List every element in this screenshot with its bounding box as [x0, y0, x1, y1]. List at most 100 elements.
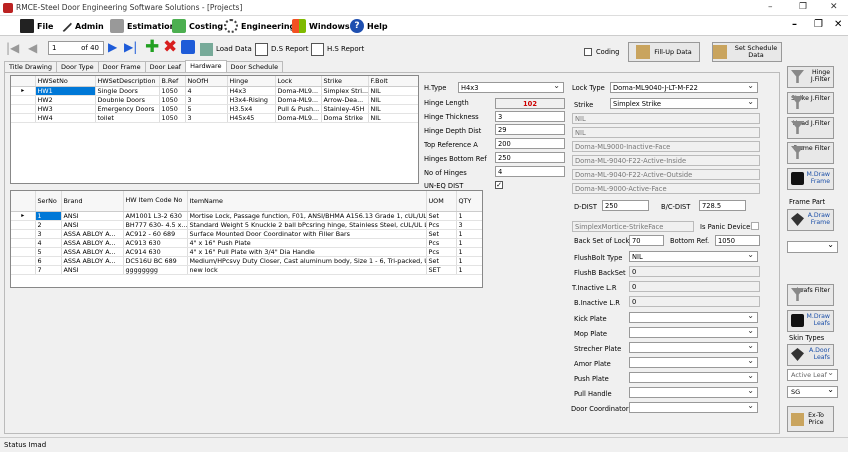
tab-door-frame[interactable]: Door Frame — [97, 61, 146, 72]
items-col-header[interactable]: HW Item Code No — [123, 191, 188, 212]
hw-cell[interactable]: NIL — [368, 86, 418, 96]
hw-col-header[interactable]: HWSetDescription — [95, 76, 160, 87]
mop-plate-select[interactable] — [629, 327, 758, 338]
menu-engineering[interactable]: Engineering — [224, 18, 295, 34]
items-cell[interactable]: ASSA ABLOY A... — [61, 256, 124, 266]
row-selector[interactable] — [11, 256, 36, 266]
hw-cell[interactable]: Doma Strike — [321, 113, 369, 123]
items-cell[interactable]: 4" x 16" Pull Plate with 3/4" Dia Handle — [187, 247, 427, 257]
frame-filter-button[interactable]: Frame Filter — [787, 142, 834, 164]
menu-admin[interactable]: Admin — [59, 18, 104, 34]
save-icon[interactable] — [181, 40, 195, 54]
items-cell[interactable]: 1 — [456, 238, 482, 248]
row-selector[interactable] — [11, 104, 36, 114]
items-cell[interactable]: Pcs — [426, 247, 457, 257]
backset-field[interactable]: 70 — [629, 235, 664, 246]
hw-cell[interactable]: 5 — [185, 104, 228, 114]
armor-plate-select[interactable] — [629, 357, 758, 368]
head-filter-button[interactable]: Head J.Filter — [787, 117, 834, 139]
hw-cell[interactable]: Pull & Push... — [275, 104, 322, 114]
items-col-header[interactable]: SerNo — [35, 191, 62, 212]
hinge-depth-field[interactable]: 29 — [495, 124, 565, 135]
row-selector[interactable]: ▸ — [11, 211, 36, 221]
kick-plate-select[interactable] — [629, 312, 758, 323]
menu-costing[interactable]: Costing — [172, 18, 223, 34]
hw-row[interactable]: HW4 toilet 1050 3 H45x45 Doma-ML9... Doma Stri… — [11, 113, 418, 123]
last-record-icon[interactable]: ▶| — [124, 40, 137, 54]
items-cell[interactable]: 5 — [35, 247, 62, 257]
coding-checkbox[interactable] — [584, 48, 592, 56]
hw-cell[interactable]: H4x3 — [227, 86, 276, 96]
row-selector[interactable]: ▸ — [11, 86, 36, 96]
items-cell[interactable]: ANSI — [61, 265, 124, 275]
items-cell[interactable]: 4" x 16" Push Plate — [187, 238, 427, 248]
items-cell[interactable]: AC912 - 60 689 — [123, 229, 188, 239]
items-cell[interactable]: 7 — [35, 265, 62, 275]
items-cell[interactable]: ANSI — [61, 211, 124, 221]
hw-cell[interactable]: H3.5x4 — [227, 104, 276, 114]
items-cell[interactable]: Mortise Lock, Passage function, F01, ANS… — [187, 211, 427, 221]
items-cell[interactable]: ASSA ABLOY A... — [61, 229, 124, 239]
items-cell[interactable]: Pcs — [426, 238, 457, 248]
hw-cell[interactable]: HW3 — [35, 104, 96, 114]
items-cell[interactable]: BH777 630- 4.5 x... — [123, 220, 188, 230]
record-position-input[interactable]: 1 of 40 — [48, 41, 104, 55]
fill-up-data-button[interactable]: Fill-Up Data — [628, 42, 700, 62]
hw-cell[interactable]: Doma-ML9... — [275, 113, 322, 123]
hw-cell[interactable]: HW1 — [35, 86, 96, 96]
lock-bottom-ref-field[interactable]: 1050 — [715, 235, 760, 246]
first-record-icon[interactable]: |◀ — [6, 41, 19, 55]
items-row[interactable]: ▸ 1 ANSI AM1001 L3-2 630 Mortise Lock, Passa… — [11, 211, 482, 221]
lock-type-select[interactable]: Doma-ML9040-J-LT-M-F22 — [610, 82, 758, 93]
strecher-plate-select[interactable] — [629, 342, 758, 353]
items-cell[interactable]: ASSA ABLOY A... — [61, 238, 124, 248]
ds-report-button[interactable]: D.S Report — [255, 41, 309, 57]
items-col-header[interactable]: Brand — [61, 191, 124, 212]
hw-col-header[interactable]: Strike — [321, 76, 369, 87]
hw-cell[interactable]: Single Doors — [95, 86, 160, 96]
items-cell[interactable]: 6 — [35, 256, 62, 266]
items-cell[interactable]: Medium/HPcsvy Duty Closer, Cast aluminum… — [187, 256, 427, 266]
hw-cell[interactable]: 3 — [185, 95, 228, 105]
door-coordinator-select[interactable] — [629, 402, 758, 413]
hinge-filter-button[interactable]: Hinge J.Filter — [787, 66, 834, 88]
tab-door-leaf[interactable]: Door Leaf — [144, 61, 187, 72]
items-cell[interactable]: AC913 630 — [123, 238, 188, 248]
hw-cell[interactable]: 1050 — [159, 86, 186, 96]
items-row[interactable]: 4 ASSA ABLOY A... AC913 630 4" x 16" Push P… — [11, 238, 482, 248]
d-dist-field[interactable]: 250 — [602, 200, 649, 211]
hw-col-header[interactable]: Hinge — [227, 76, 276, 87]
items-cell[interactable]: AC914 630 — [123, 247, 188, 257]
hinges-bottom-ref-field[interactable]: 250 — [495, 152, 565, 163]
push-plate-select[interactable] — [629, 372, 758, 383]
hardware-items-grid[interactable]: SerNo Brand HW Item Code No ItemName UOM… — [10, 190, 483, 288]
active-leaf-select[interactable]: Active Leaf — [787, 368, 838, 381]
minimize-icon[interactable]: – — [768, 2, 773, 12]
hw-cell[interactable]: 1050 — [159, 104, 186, 114]
tab-door-schedule[interactable]: Door Schedule — [225, 61, 284, 72]
sg-select[interactable]: SG — [787, 385, 838, 398]
hw-cell[interactable]: Stainley-45H — [321, 104, 369, 114]
hw-cell[interactable]: 1050 — [159, 95, 186, 105]
row-selector[interactable] — [11, 113, 36, 123]
frame-part-select[interactable] — [787, 240, 838, 253]
hw-cell[interactable]: NIL — [368, 104, 418, 114]
items-cell[interactable]: 1 — [456, 229, 482, 239]
hw-cell[interactable]: H45x45 — [227, 113, 276, 123]
hw-col-header[interactable]: HWSetNo — [35, 76, 96, 87]
items-cell[interactable]: Set — [426, 256, 457, 266]
items-cell[interactable]: Surface Mounted Door Coordinator with Fi… — [187, 229, 427, 239]
strike-filter-button[interactable]: Strike J.Filter — [787, 92, 834, 114]
items-cell[interactable]: Pcs — [426, 220, 457, 230]
hw-set-grid[interactable]: HWSetNo HWSetDescription B.Ref NoOfH Hin… — [10, 75, 419, 184]
items-row[interactable]: 2 ANSI BH777 630- 4.5 x... Standard Weight … — [11, 220, 482, 230]
items-row[interactable]: 6 ASSA ABLOY A... DC516U BC 689 Medium/HPcs… — [11, 256, 482, 266]
items-col-header[interactable]: UOM — [426, 191, 457, 212]
items-cell[interactable]: ASSA ABLOY A... — [61, 247, 124, 257]
bc-dist-field[interactable]: 728.5 — [699, 200, 746, 211]
items-cell[interactable]: 2 — [35, 220, 62, 230]
top-reference-field[interactable]: 200 — [495, 138, 565, 149]
menu-windows[interactable]: Windows — [292, 18, 350, 34]
hw-row[interactable]: HW3 Emergency Doors 1050 5 H3.5x4 Pull & Push… — [11, 104, 418, 114]
items-cell[interactable]: 1 — [456, 256, 482, 266]
